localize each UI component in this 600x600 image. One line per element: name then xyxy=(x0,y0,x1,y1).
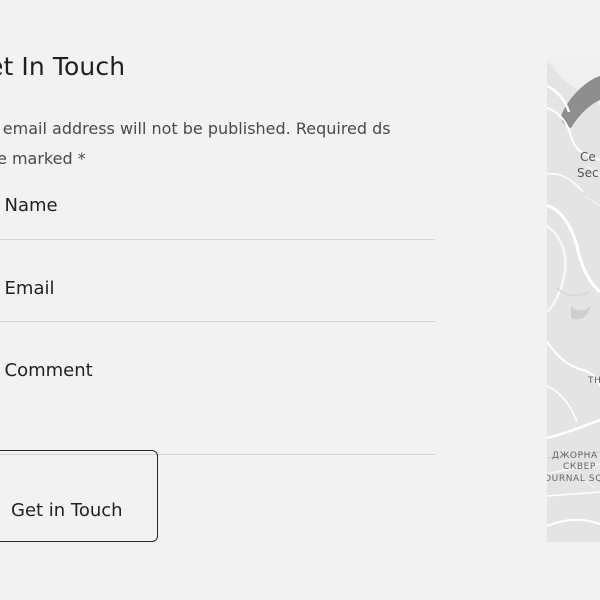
map-label-6: OURNAL SQ xyxy=(547,474,600,484)
map-label-1: Ce xyxy=(580,150,596,164)
email-field-placeholder: ur Email xyxy=(0,278,55,299)
required-fields-notice: ur email address will not be published. … xyxy=(0,119,391,168)
get-in-touch-button[interactable]: Get in Touch xyxy=(0,450,158,542)
map-label-4: ДЖОРНА xyxy=(552,451,598,461)
form-title: et In Touch xyxy=(0,52,126,81)
comment-field-placeholder: ur Comment xyxy=(0,360,93,381)
get-in-touch-button-label: Get in Touch xyxy=(11,500,123,521)
comment-field[interactable]: ur Comment xyxy=(0,352,435,455)
name-field-placeholder: ur Name xyxy=(0,195,58,216)
email-field[interactable]: ur Email xyxy=(0,270,435,322)
location-map[interactable]: Ce Sec TH ДЖОРНА СКВЕР OURNAL SQ xyxy=(547,56,600,542)
map-label-3: TH xyxy=(588,376,600,386)
map-label-5: СКВЕР xyxy=(563,462,596,472)
name-field[interactable]: ur Name xyxy=(0,188,435,240)
comment-form: et In Touch ur email address will not be… xyxy=(0,0,440,600)
map-label-2: Sec xyxy=(577,166,599,180)
